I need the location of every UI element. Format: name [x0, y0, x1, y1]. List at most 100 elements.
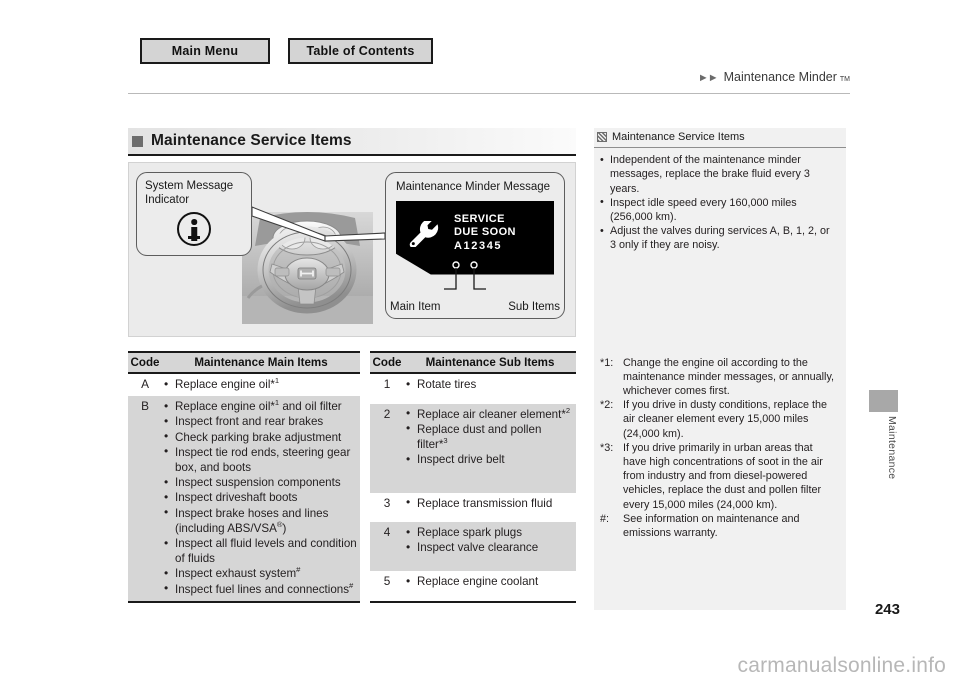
- item-text: Inspect front and rear brakes: [175, 415, 324, 429]
- footnote-text: Change the engine oil according to the m…: [623, 356, 835, 398]
- system-message-indicator-callout: System Message Indicator: [136, 172, 252, 256]
- maintenance-minder-message-callout: Maintenance Minder Message SERVICE DUE S…: [385, 172, 565, 319]
- display-item-leaders: [444, 261, 486, 290]
- item-text: Inspect valve clearance: [417, 541, 539, 555]
- footnote-key: *3:: [600, 441, 614, 454]
- column-header-code: Code: [370, 351, 404, 374]
- list-item: Inspect all fluid levels and condition o…: [164, 536, 358, 566]
- sidebar-footnotes: *1: Change the engine oil according to t…: [594, 356, 846, 541]
- system-message-indicator-label: System Message Indicator: [145, 180, 234, 206]
- list-item: Adjust the valves during services A, B, …: [600, 224, 838, 252]
- item-text: Replace transmission fluid: [417, 496, 553, 510]
- row-code: B: [128, 396, 162, 603]
- display-item-labels: Main Item Sub Items: [390, 301, 560, 313]
- list-item: Inspect fuel lines and connections#: [164, 580, 358, 597]
- main-content-column: Maintenance Service Items System Message…: [128, 128, 576, 603]
- item-text: Inspect suspension components: [175, 476, 341, 490]
- footnote-row: #: See information on maintenance and em…: [600, 512, 838, 540]
- row-code: 4: [370, 522, 404, 572]
- row-items: Replace transmission fluid: [404, 493, 576, 522]
- sub-items-body: 1 Rotate tires 2 Replace air cleaner ele…: [370, 373, 576, 603]
- item-text: Inspect tie rod ends, steering gear box,…: [175, 445, 351, 475]
- item-text: Rotate tires: [417, 378, 477, 391]
- breadcrumb-label: Maintenance Minder: [723, 70, 837, 84]
- list-item: Inspect driveshaft boots: [164, 490, 358, 505]
- row-items: Replace engine coolant: [404, 571, 576, 603]
- maintenance-tables: Code Maintenance Main Items A Replace en…: [128, 351, 576, 603]
- column-header-sub-items: Maintenance Sub Items: [404, 351, 576, 374]
- main-menu-button[interactable]: Main Menu: [140, 38, 270, 64]
- list-item: Inspect tie rod ends, steering gear box,…: [164, 444, 358, 475]
- header-divider: [128, 93, 850, 94]
- reference-book-icon: [597, 132, 607, 143]
- footnote-row: *2: If you drive in dusty conditions, re…: [600, 398, 838, 441]
- footnote-key: #:: [600, 512, 610, 525]
- footnote-row: *1: Change the engine oil according to t…: [600, 356, 838, 399]
- table-of-contents-button[interactable]: Table of Contents: [288, 38, 433, 64]
- item-text: Replace dust and pollen filter*: [417, 422, 542, 451]
- column-header-main-items: Maintenance Main Items: [162, 351, 360, 374]
- table-row: 2 Replace air cleaner element*2 Replace …: [370, 403, 576, 493]
- item-text: Inspect drive belt: [417, 453, 505, 467]
- sidebar-header: Maintenance Service Items: [594, 128, 846, 149]
- list-item: Rotate tires: [406, 376, 574, 392]
- list-item: Independent of the maintenance minder me…: [600, 153, 838, 196]
- display-line-2: DUE SOON: [454, 226, 516, 238]
- display-service-code: A12345: [454, 239, 503, 252]
- footnote-marker: #: [349, 580, 354, 590]
- footnote-marker: #: [296, 565, 301, 575]
- row-items: Replace air cleaner element*2 Replace du…: [404, 403, 576, 493]
- list-item: Replace dust and pollen filter*3: [406, 421, 574, 452]
- row-code: 5: [370, 571, 404, 603]
- illustration-panel: System Message Indicator Maintenance Min…: [128, 162, 576, 337]
- wrench-icon: [409, 220, 439, 247]
- display-line-1: SERVICE: [454, 212, 505, 225]
- list-item: Inspect brake hoses and lines (including…: [164, 505, 358, 536]
- list-item: Replace engine oil*1 and oil filter: [164, 399, 358, 414]
- maintenance-sub-items-table: Code Maintenance Sub Items 1 Rotate tire…: [370, 351, 576, 603]
- list-item: Replace engine oil*1: [164, 376, 358, 392]
- item-text-tail: and oil filter: [279, 400, 342, 414]
- item-text: Inspect fuel lines and connections: [175, 582, 350, 596]
- table-header-row: Code Maintenance Sub Items: [370, 351, 576, 374]
- section-marker-icon: [132, 135, 143, 147]
- info-dot: [191, 219, 197, 225]
- sidebar-notes: Independent of the maintenance minder me…: [594, 148, 846, 252]
- info-foot: [188, 235, 200, 239]
- sidebar-notes-panel: Maintenance Service Items Independent of…: [594, 128, 846, 610]
- item-text: Inspect driveshaft boots: [175, 491, 298, 505]
- item-text-tail: ): [282, 521, 287, 535]
- site-watermark: carmanualsonline.info: [737, 654, 946, 677]
- list-item: Check parking brake adjustment: [164, 429, 358, 445]
- list-item: Inspect exhaust system#: [164, 566, 358, 581]
- double-chevron-right-icon: ►►: [697, 72, 719, 84]
- list-item: Replace air cleaner element*2: [406, 405, 574, 422]
- item-text: Inspect all fluid levels and condition o…: [175, 537, 357, 566]
- display-message: SERVICE DUE SOON A12345: [454, 213, 516, 254]
- list-item: Inspect drive belt: [406, 452, 574, 467]
- list-item: Inspect suspension components: [164, 475, 358, 490]
- item-text: Check parking brake adjustment: [175, 430, 342, 444]
- maintenance-main-items-table: Code Maintenance Main Items A Replace en…: [128, 351, 360, 603]
- table-row: 4 Replace spark plugs Inspect valve clea…: [370, 522, 576, 572]
- item-text: Replace engine oil*: [175, 400, 275, 414]
- footnote-marker: 2: [565, 405, 571, 415]
- list-item: Inspect idle speed every 160,000 miles (…: [600, 195, 838, 224]
- item-text: Replace engine coolant: [417, 575, 539, 589]
- item-text: Replace spark plugs: [417, 526, 523, 540]
- item-text: Inspect brake hoses and lines (including…: [175, 506, 329, 535]
- table-row: 5 Replace engine coolant: [370, 571, 576, 603]
- list-item: Replace engine coolant: [406, 574, 574, 589]
- footnote-key: *2:: [600, 399, 614, 412]
- item-text: Inspect exhaust system: [175, 567, 297, 581]
- footnote-text: See information on maintenance and emiss…: [623, 512, 800, 540]
- top-navigation-bar: Main Menu Table of Contents: [140, 38, 433, 64]
- sub-items-label: Sub Items: [508, 301, 560, 313]
- section-header: Maintenance Service Items: [128, 128, 576, 156]
- page-title: Maintenance Service Items: [151, 132, 352, 149]
- list-item: Inspect front and rear brakes: [164, 414, 358, 429]
- footnote-key: *1:: [600, 356, 614, 369]
- row-items: Replace engine oil*1 and oil filter Insp…: [162, 396, 360, 603]
- table-row: A Replace engine oil*1: [128, 373, 360, 396]
- chapter-tab-label: Maintenance: [886, 416, 898, 480]
